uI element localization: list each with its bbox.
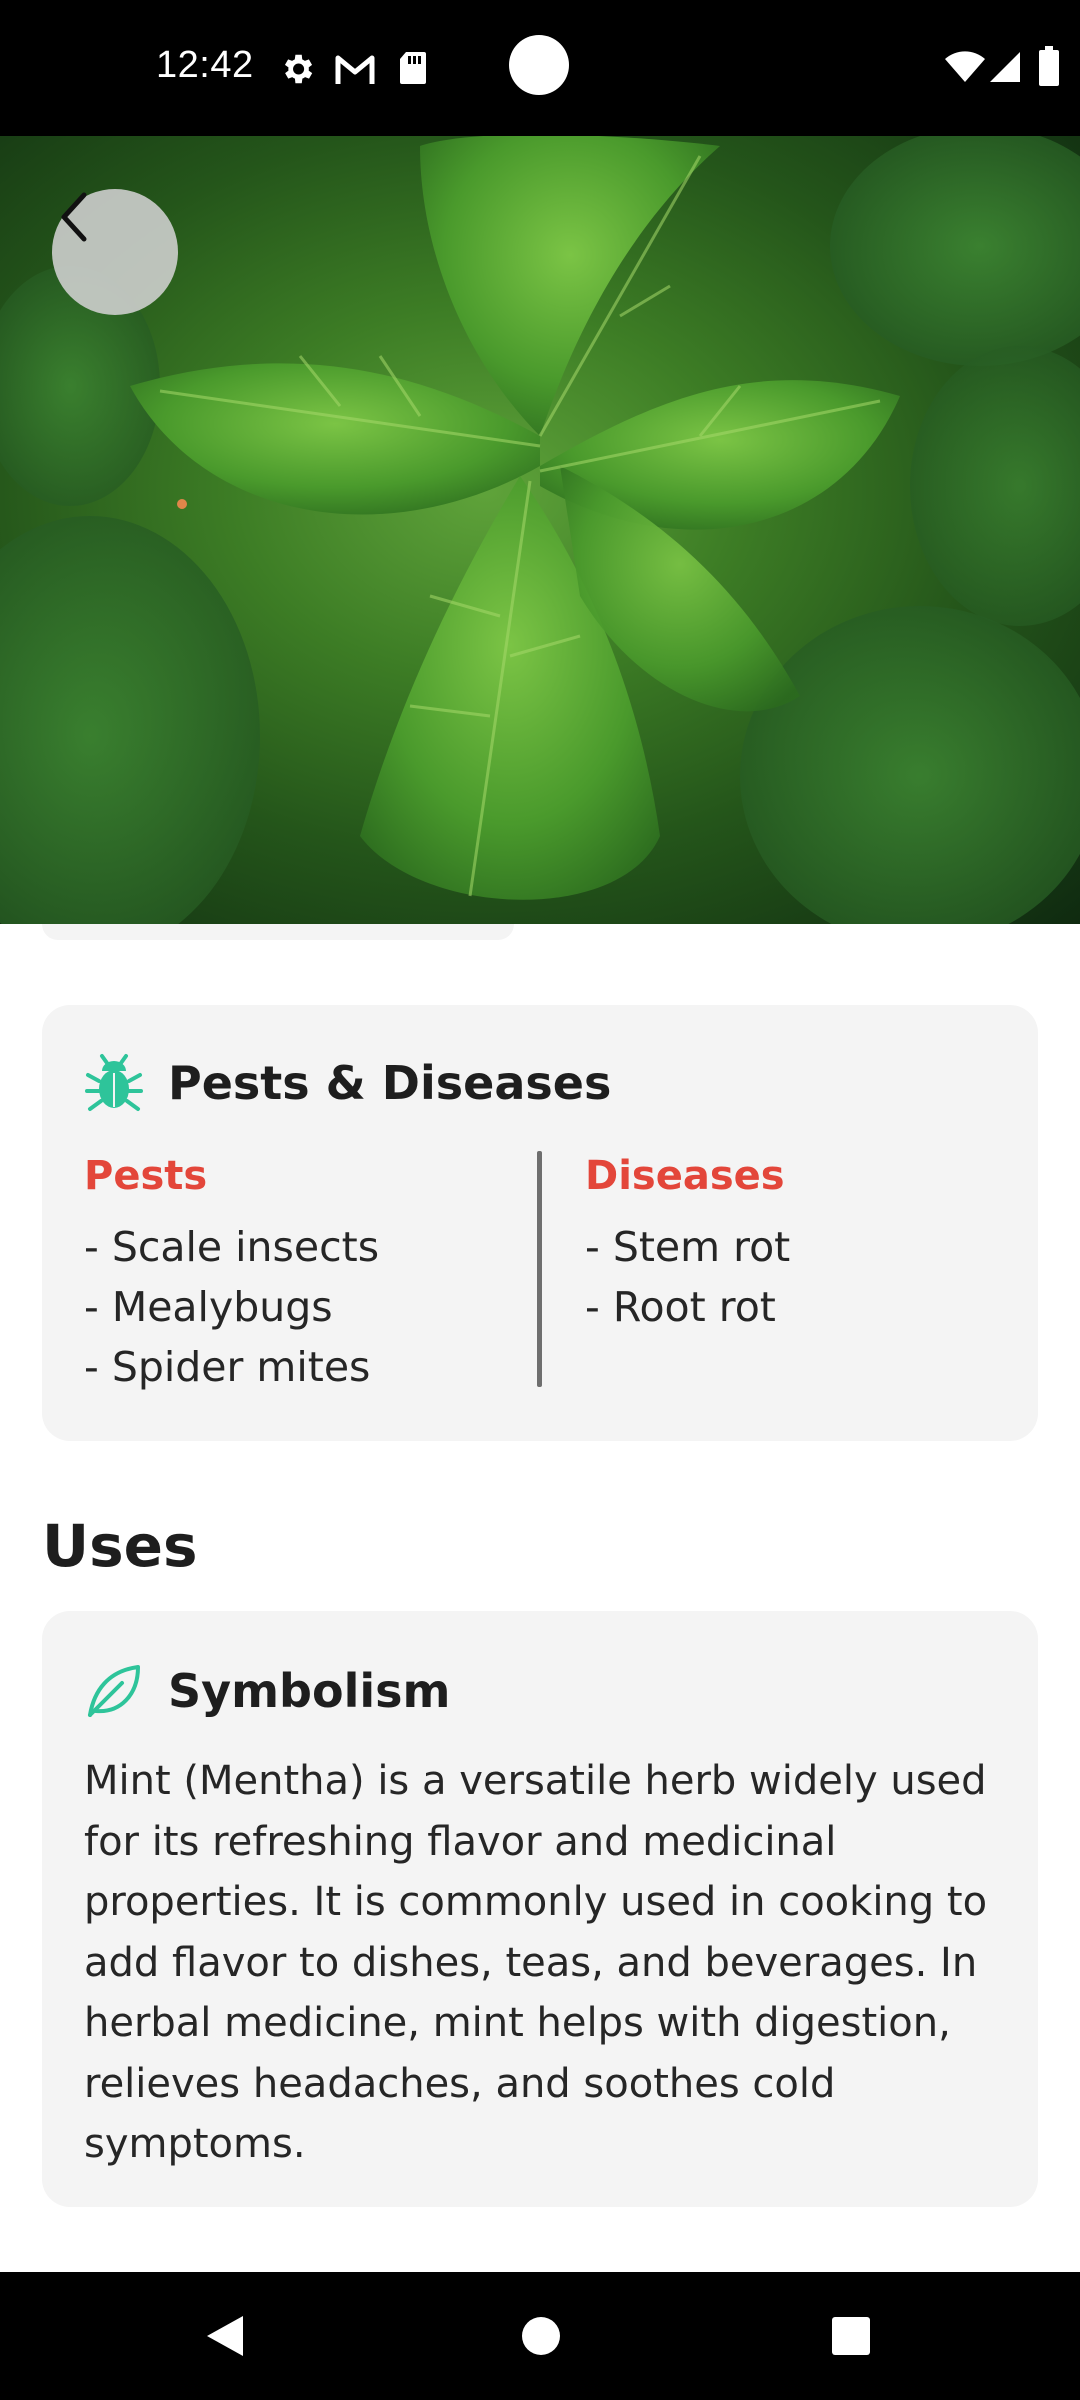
- pest-item: - Mealybugs: [84, 1283, 333, 1331]
- recents-square-icon: [832, 2317, 870, 2355]
- pests-diseases-card: Pests & Diseases Pests - Scale insects -…: [42, 1005, 1038, 1441]
- disease-item: - Root rot: [585, 1283, 776, 1331]
- chevron-left-icon: [61, 192, 87, 242]
- status-time: 12:42: [156, 44, 254, 86]
- symbolism-header: Symbolism: [84, 1661, 450, 1721]
- back-triangle-icon: [207, 2316, 243, 2356]
- pests-diseases-header: Pests & Diseases: [84, 1053, 611, 1113]
- previous-card-edge: [42, 924, 514, 940]
- symbolism-title: Symbolism: [168, 1664, 451, 1718]
- navigation-bar: [0, 2272, 1080, 2400]
- signal-icon: [988, 50, 1022, 88]
- plant-hero-image: [0, 136, 1080, 924]
- back-button[interactable]: [52, 189, 178, 315]
- pest-item: - Scale insects: [84, 1223, 380, 1271]
- status-bar: 12:42: [0, 0, 1080, 136]
- symbolism-card: Symbolism Mint (Mentha) is a versatile h…: [42, 1611, 1038, 2207]
- nav-home-button[interactable]: [496, 2272, 586, 2400]
- pests-label: Pests: [84, 1153, 208, 1199]
- nav-recents-button[interactable]: [806, 2272, 896, 2400]
- column-divider: [537, 1151, 542, 1387]
- pests-diseases-title: Pests & Diseases: [168, 1056, 612, 1110]
- gear-icon: [278, 50, 316, 92]
- wifi-icon: [944, 50, 986, 88]
- disease-item: - Stem rot: [585, 1223, 791, 1271]
- bug-icon: [85, 1054, 143, 1111]
- symbolism-description: Mint (Mentha) is a versatile herb widely…: [84, 1758, 988, 2167]
- gmail-icon: [334, 52, 376, 90]
- battery-icon: [1038, 46, 1060, 90]
- diseases-label: Diseases: [585, 1153, 785, 1199]
- nav-back-button[interactable]: [180, 2272, 270, 2400]
- uses-section-title: Uses: [42, 1512, 198, 1580]
- front-camera: [509, 35, 569, 95]
- home-circle-icon: [522, 2317, 560, 2355]
- pest-item: - Spider mites: [84, 1343, 371, 1391]
- leaf-icon: [88, 1665, 140, 1717]
- sd-card-icon: [398, 50, 428, 90]
